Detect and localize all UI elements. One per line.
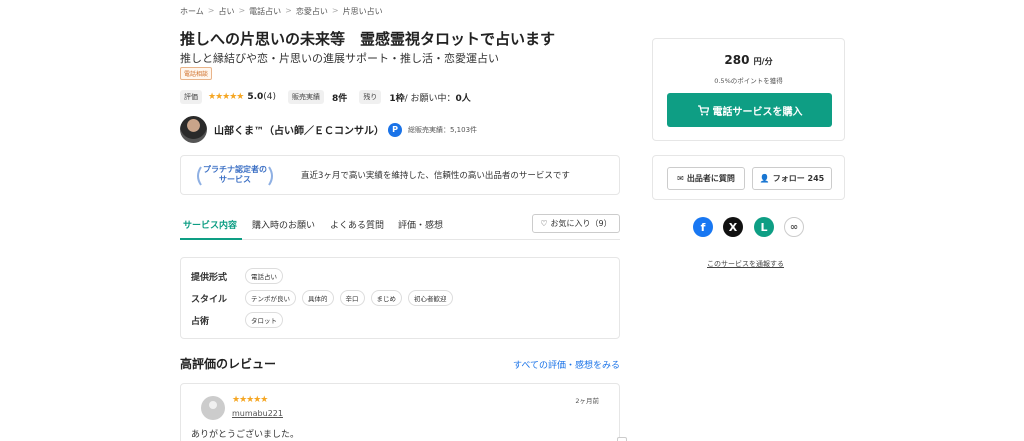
detail-tag[interactable]: まじめ — [370, 290, 402, 306]
reviewer-name[interactable]: mumabu221 — [232, 409, 283, 418]
tab-faq[interactable]: よくある質問 — [330, 218, 384, 231]
see-all-reviews-link[interactable]: すべての評価・感想をみる — [513, 358, 620, 371]
seller-total-sales: 総販売実績：5,103件 — [408, 125, 478, 134]
sales-count: 8件 — [332, 93, 348, 104]
mail-icon: ✉ — [677, 174, 684, 183]
service-details-table: 提供形式 電話占い スタイル テンポが良い 具体的 辛口 まじめ 初心者歓迎 占… — [180, 257, 620, 339]
purchase-box: 280 円/分 0.5%のポイントを獲得 電話サービスを購入 — [652, 38, 845, 141]
detail-tag[interactable]: 辛口 — [339, 290, 365, 306]
breadcrumb-item-phone-fortune[interactable]: 電話占い — [249, 6, 281, 17]
review-stars: ★★★★★ — [232, 395, 268, 405]
breadcrumb-item-fortune[interactable]: 占い — [218, 6, 234, 17]
breadcrumb-item-crush-fortune[interactable]: 片思い占い — [343, 6, 383, 17]
breadcrumb-separator: > — [331, 6, 339, 15]
tab-purchase-notes[interactable]: 購入時のお願い — [252, 218, 315, 231]
service-stats: 評価 ★★★★★ 5.0 (4) 販売実績 8件 残り 1枠 / お願い中： 0… — [180, 90, 471, 104]
detail-row-style: スタイル テンポが良い 具体的 辛口 まじめ 初心者歓迎 — [191, 290, 453, 306]
breadcrumb-separator: > — [207, 6, 215, 15]
remaining-chip: 残り — [359, 90, 382, 104]
rating-count[interactable]: (4) — [263, 92, 276, 102]
copy-link-icon[interactable]: ∞ — [784, 217, 804, 237]
page-title: 推しへの片思いの未来等 霊感霊視タロットで占います — [180, 30, 556, 48]
breadcrumb: ホーム > 占い > 電話占い > 恋愛占い > 片思い占い — [180, 6, 383, 17]
favorite-button[interactable]: ♡ お気に入り（9） — [532, 214, 620, 233]
points-info: 0.5%のポイントを獲得 — [714, 77, 783, 85]
tab-reviews[interactable]: 評価・感想 — [398, 218, 443, 231]
ask-seller-label: 出品者に質問 — [686, 174, 735, 183]
price-amount: 280 — [724, 53, 750, 67]
remaining-slots: 1枠 — [389, 93, 405, 104]
follow-button[interactable]: 👤 フォロー 245 — [752, 167, 832, 190]
price-unit: 円/分 — [753, 57, 773, 66]
detail-tag[interactable]: タロット — [245, 312, 283, 328]
facebook-share-icon[interactable]: f — [693, 217, 713, 237]
service-tabs: サービス内容 購入時のお願い よくある質問 評価・感想 ♡ お気に入り（9） — [180, 212, 620, 240]
cart-icon — [697, 104, 709, 115]
category-tag: 電話相談 — [180, 67, 213, 80]
waiting-label: / お願い中： — [404, 93, 456, 104]
detail-label: 提供形式 — [191, 272, 228, 283]
buy-button-label: 電話サービスを購入 — [712, 106, 803, 118]
price: 280 円/分 — [653, 53, 844, 67]
rating-chip: 評価 — [180, 90, 202, 104]
waiting-count: 0人 — [455, 93, 471, 104]
breadcrumb-separator: > — [238, 6, 246, 15]
buy-phone-service-button[interactable]: 電話サービスを購入 — [667, 93, 832, 127]
breadcrumb-separator: > — [285, 6, 292, 15]
detail-label: スタイル — [191, 294, 228, 305]
seller-avatar[interactable] — [180, 116, 207, 143]
breadcrumb-item-love-fortune[interactable]: 恋愛占い — [296, 6, 328, 17]
x-share-icon[interactable]: X — [723, 217, 743, 237]
detail-tag[interactable]: 具体的 — [302, 290, 334, 306]
reviews-heading: 高評価のレビュー — [180, 357, 277, 371]
rating-value: 5.0 — [247, 92, 264, 102]
seller-info: 山部くま™（占い師／ＥＣコンサル） P 総販売実績：5,103件 — [180, 116, 477, 143]
detail-label: 占術 — [191, 316, 210, 327]
line-share-icon[interactable]: L — [754, 217, 774, 237]
review-text: ありがとうございました。 — [191, 430, 300, 440]
platinum-description: 直近3ヶ月で高い実績を維持した、信頼性の高い出品者のサービスです — [301, 171, 570, 181]
rating-stars: ★★★★★ — [208, 92, 244, 102]
detail-tag[interactable]: テンポが良い — [245, 290, 296, 306]
review-card: ★★★★★ mumabu221 2ヶ月前 ありがとうございました。 — [180, 383, 620, 441]
tab-service-details[interactable]: サービス内容 — [183, 218, 237, 231]
report-service-link[interactable]: このサービスを通報する — [707, 259, 784, 269]
platinum-badge-icon: P — [388, 122, 402, 137]
review-time: 2ヶ月前 — [575, 397, 599, 405]
sales-chip: 販売実績 — [288, 90, 325, 104]
expand-handle[interactable] — [617, 437, 627, 441]
platinum-certification-box: プラチナ認定者の サービス 直近3ヶ月で高い実績を維持した、信頼性の高い出品者の… — [180, 155, 620, 195]
seller-name[interactable]: 山部くま™（占い師／ＥＣコンサル） — [214, 122, 384, 137]
user-plus-icon: 👤 — [759, 174, 770, 183]
detail-row-format: 提供形式 電話占い — [191, 268, 283, 284]
follow-label: フォロー 245 — [772, 174, 825, 183]
platinum-laurel-badge: プラチナ認定者の サービス — [193, 165, 277, 186]
heart-icon: ♡ — [540, 219, 548, 228]
seller-actions-box: ✉ 出品者に質問 👤 フォロー 245 — [652, 155, 845, 200]
active-tab-indicator — [180, 238, 242, 240]
detail-row-method: 占術 タロット — [191, 312, 283, 328]
favorite-label: お気に入り（9） — [550, 219, 612, 228]
detail-tag[interactable]: 初心者歓迎 — [408, 290, 453, 306]
ask-seller-button[interactable]: ✉ 出品者に質問 — [667, 167, 745, 190]
breadcrumb-item-home[interactable]: ホーム — [180, 6, 204, 17]
reviewer-avatar — [201, 396, 225, 420]
page-subtitle: 推しと縁結びや恋・片思いの進展サポート・推し活・恋愛運占い — [180, 52, 499, 65]
detail-tag[interactable]: 電話占い — [245, 268, 283, 284]
